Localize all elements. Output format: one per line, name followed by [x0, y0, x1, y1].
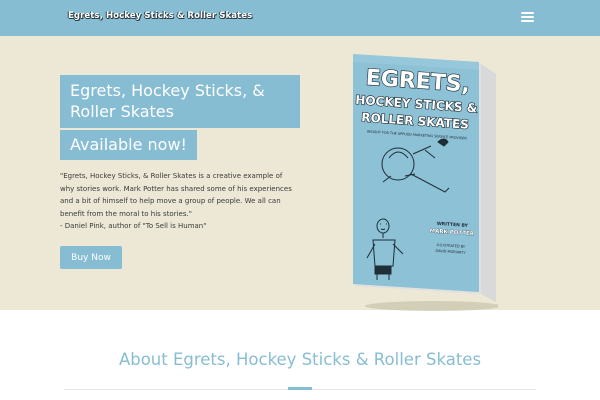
hero-section: Egrets, Hockey Sticks, & Roller Skates A…: [0, 36, 600, 311]
menu-bar-line: [521, 16, 534, 18]
book-cover-image: EGRETS, HOCKEY STICKS & ROLLER SKATES IN…: [353, 54, 498, 311]
quote-line: and a bit of himself to help move a grou…: [60, 197, 281, 205]
hamburger-menu-icon[interactable]: [520, 10, 536, 26]
about-section-title: About Egrets, Hockey Sticks & Roller Ska…: [118, 350, 482, 369]
testimonial-quote: "Egrets, Hockey Sticks, & Roller Skates …: [60, 170, 300, 233]
quote-line: benefit from the moral to his stories.": [60, 209, 192, 218]
buy-now-button[interactable]: Buy Now: [60, 246, 122, 269]
quote-line: "Egrets, Hockey Sticks, & Roller Skates …: [60, 172, 283, 180]
hero-title: Egrets, Hockey Sticks, & Roller Skates: [60, 75, 300, 128]
menu-bar-line: [521, 20, 534, 22]
menu-bar-line: [521, 12, 534, 14]
section-divider-accent: [288, 387, 312, 390]
top-navigation-bar: Egrets, Hockey Sticks & Roller Skates: [0, 0, 600, 36]
site-title-link[interactable]: Egrets, Hockey Sticks & Roller Skates: [68, 11, 252, 21]
hero-subtitle: Available now!: [60, 130, 197, 160]
quote-attribution: - Daniel Pink, author of "To Sell is Hum…: [60, 222, 207, 230]
quote-line: why stories work. Mark Potter has shared…: [60, 184, 292, 193]
